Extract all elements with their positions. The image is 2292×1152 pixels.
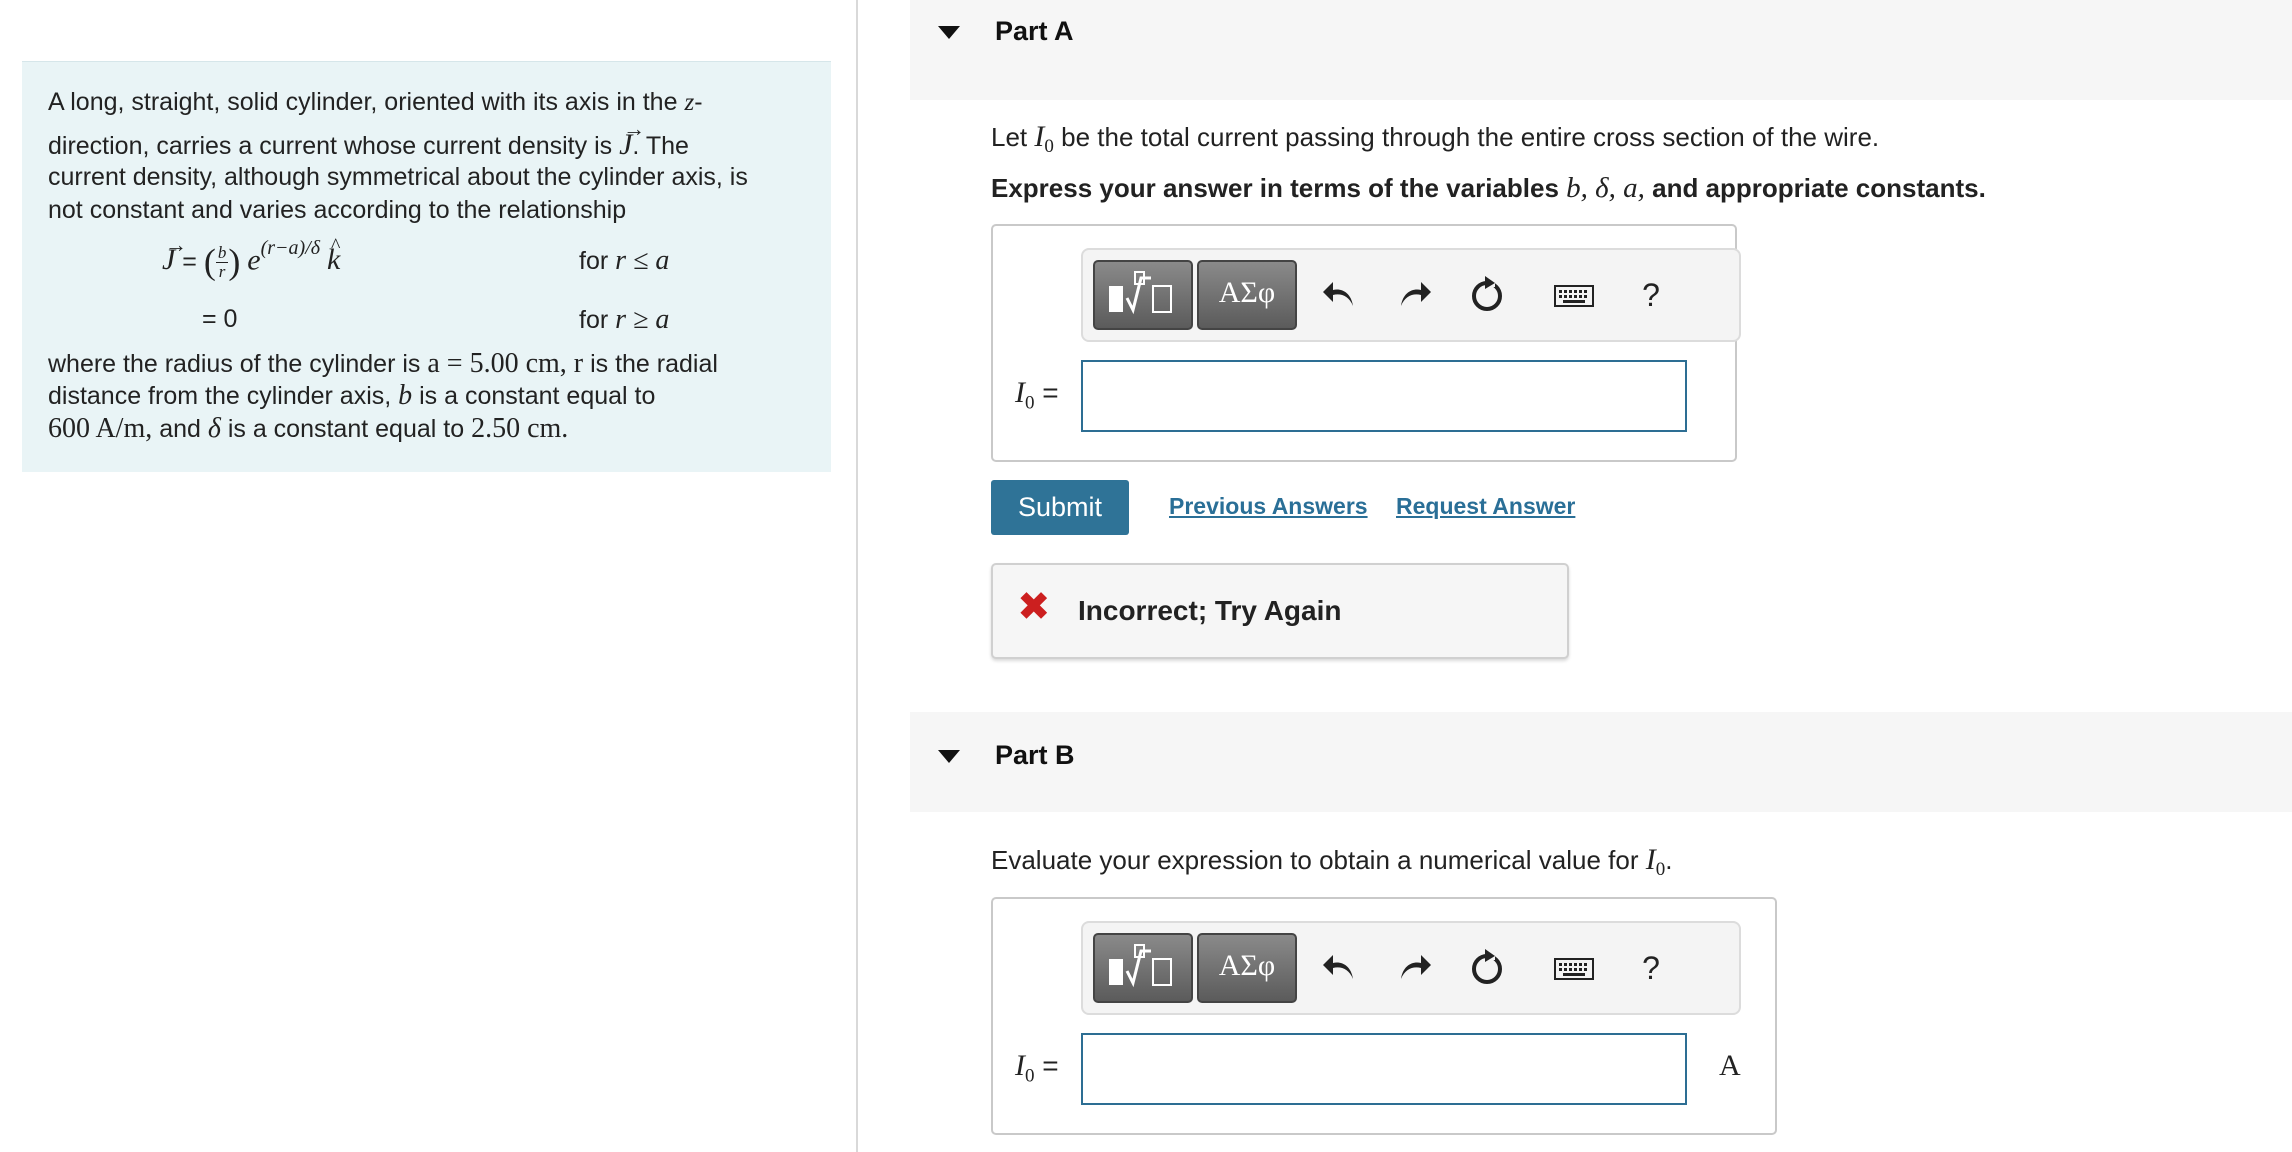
- problem-line-7: 600 A/m, and δ is a constant equal to 2.…: [48, 413, 569, 444]
- keyboard-icon[interactable]: [1551, 945, 1597, 991]
- current-density-symbol: → J: [619, 116, 646, 161]
- part-b-math-toolbar: ΑΣφ ?: [1081, 921, 1741, 1015]
- templates-icon: [1109, 271, 1172, 315]
- templates-button[interactable]: [1093, 260, 1193, 330]
- part-a-title: Part A: [995, 16, 1074, 46]
- part-a-instruction: Express your answer in terms of the vari…: [991, 172, 1986, 204]
- column-divider: [856, 0, 858, 1152]
- part-a-prompt: Let I0 be the total current passing thro…: [991, 120, 1880, 158]
- part-b-title: Part B: [995, 740, 1075, 770]
- reset-icon[interactable]: [1467, 272, 1507, 318]
- reset-icon[interactable]: [1467, 945, 1507, 991]
- problem-statement-panel: A long, straight, solid cylinder, orient…: [22, 62, 831, 472]
- help-icon[interactable]: ?: [1631, 272, 1671, 318]
- part-a-answer-input[interactable]: [1081, 360, 1687, 432]
- part-b-collapse-icon[interactable]: [938, 750, 960, 763]
- keyboard-icon[interactable]: [1551, 272, 1597, 318]
- equation-1-fraction: br: [215, 243, 229, 282]
- part-b-answer-box: ΑΣφ ? I0 = A: [991, 897, 1777, 1135]
- problem-line-1: A long, straight, solid cylinder, orient…: [48, 88, 703, 116]
- templates-button[interactable]: [1093, 933, 1193, 1003]
- submit-button[interactable]: Submit: [991, 480, 1129, 535]
- request-answer-link[interactable]: Request Answer: [1396, 493, 1575, 520]
- problem-line-2: direction, carries a current whose curre…: [48, 116, 689, 161]
- greek-symbols-button[interactable]: ΑΣφ: [1197, 260, 1297, 330]
- part-a-collapse-icon[interactable]: [938, 26, 960, 39]
- equation-2-condition: for r ≥ a: [579, 304, 670, 335]
- undo-icon[interactable]: [1321, 945, 1361, 991]
- part-a-answer-label: I0 =: [1015, 376, 1059, 414]
- part-a-math-toolbar: ΑΣφ ?: [1081, 248, 1741, 342]
- unit-vector-k: ^ k: [327, 235, 341, 277]
- undo-icon[interactable]: [1321, 272, 1361, 318]
- redo-icon[interactable]: [1393, 945, 1433, 991]
- problem-line-3: current density, although symmetrical ab…: [48, 163, 748, 191]
- help-icon[interactable]: ?: [1631, 945, 1671, 991]
- incorrect-x-icon: ✖: [1017, 585, 1051, 629]
- part-b-answer-label: I0 =: [1015, 1049, 1059, 1087]
- problem-line-4: not constant and varies according to the…: [48, 196, 627, 224]
- equation-1-condition: for r ≤ a: [579, 245, 670, 276]
- part-b-prompt: Evaluate your expression to obtain a num…: [991, 843, 1673, 881]
- problem-line-5: where the radius of the cylinder is a = …: [48, 348, 718, 379]
- part-a-answer-box: ΑΣφ ? I0 =: [991, 224, 1741, 462]
- previous-answers-link[interactable]: Previous Answers: [1169, 493, 1368, 520]
- equation-1-lhs: → J: [162, 232, 187, 277]
- part-b-unit-label: A: [1719, 1049, 1741, 1082]
- part-b-header[interactable]: Part B: [910, 712, 2292, 812]
- equation-1: → J = (b r) e(r−a)/δ ^ k: [162, 232, 341, 282]
- feedback-text: Incorrect; Try Again: [1078, 595, 1342, 626]
- equation-2: = 0: [202, 305, 238, 333]
- templates-icon: [1109, 944, 1172, 988]
- problem-line-6: distance from the cylinder axis, b is a …: [48, 380, 656, 411]
- greek-symbols-button[interactable]: ΑΣφ: [1197, 933, 1297, 1003]
- feedback-message: ✖ Incorrect; Try Again: [991, 563, 1569, 659]
- part-b-answer-input[interactable]: [1081, 1033, 1687, 1105]
- redo-icon[interactable]: [1393, 272, 1433, 318]
- part-a-header[interactable]: Part A: [910, 0, 2292, 100]
